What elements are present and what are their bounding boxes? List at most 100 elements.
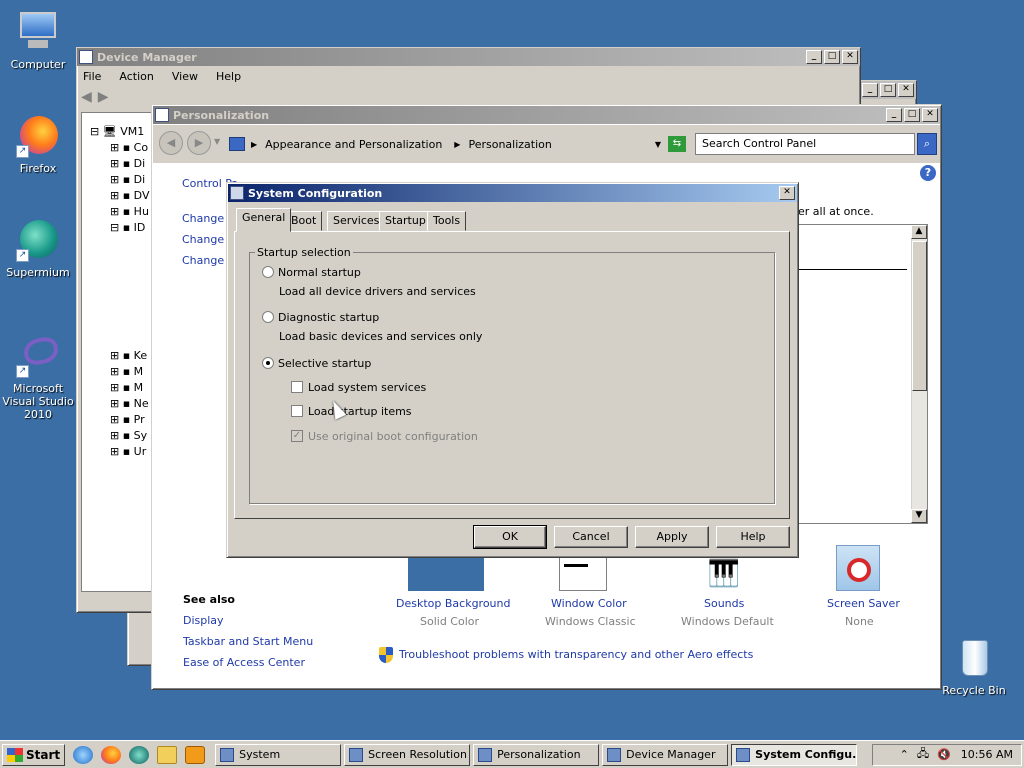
- normal-startup-label[interactable]: Normal startup: [278, 266, 361, 279]
- device-manager-icon: [607, 747, 622, 762]
- desktop-icon-supermium[interactable]: ↗ Supermium: [0, 218, 78, 279]
- menu-file[interactable]: File: [83, 70, 101, 83]
- search-icon[interactable]: ⌕: [917, 133, 937, 155]
- tree-item[interactable]: ⊞ ▪ Hu: [110, 205, 149, 218]
- tree-item[interactable]: ⊞ ▪ DV: [110, 189, 149, 202]
- close-button[interactable]: ✕: [898, 83, 914, 97]
- desktop-icon-visual-studio[interactable]: ↗ Microsoft Visual Studio 2010: [0, 334, 78, 421]
- tab-general[interactable]: General: [236, 208, 292, 232]
- load-system-services-checkbox[interactable]: [291, 381, 303, 393]
- tab-services[interactable]: Services: [327, 211, 386, 231]
- maximize-button[interactable]: □: [880, 83, 896, 97]
- tree-root[interactable]: ⊟ 🖥 VM1: [90, 125, 144, 138]
- window-title: System Configuration: [248, 186, 383, 200]
- volume-muted-icon[interactable]: 🔇: [937, 748, 951, 761]
- tree-item[interactable]: ⊞ ▪ M: [110, 365, 143, 378]
- network-icon[interactable]: 🖧: [917, 745, 929, 764]
- sounds-link[interactable]: Sounds: [704, 597, 744, 610]
- address-bar[interactable]: ▶ Appearance and Personalization ▶ Perso…: [229, 133, 661, 155]
- tree-item[interactable]: ⊞ ▪ Co: [110, 141, 148, 154]
- load-startup-items-label[interactable]: Load startup items: [308, 405, 412, 418]
- desktop-background-thumbnail[interactable]: [408, 557, 484, 591]
- diagnostic-startup-radio[interactable]: [262, 311, 274, 323]
- clock[interactable]: 10:56 AM: [961, 748, 1013, 761]
- firefox-icon[interactable]: [101, 745, 122, 764]
- scrollbar[interactable]: ▲ ▼: [911, 225, 927, 523]
- selective-startup-radio[interactable]: [262, 357, 274, 369]
- load-startup-items-checkbox[interactable]: [291, 405, 303, 417]
- menu-action[interactable]: Action: [119, 70, 153, 83]
- back-arrow-icon[interactable]: ◀: [81, 89, 92, 105]
- ok-button[interactable]: OK: [473, 525, 547, 549]
- cancel-button[interactable]: Cancel: [554, 526, 628, 548]
- tab-startup[interactable]: Startup: [379, 211, 432, 231]
- normal-startup-radio[interactable]: [262, 266, 274, 278]
- tree-item[interactable]: ⊞ ▪ Di: [110, 173, 145, 186]
- selective-startup-label[interactable]: Selective startup: [278, 357, 371, 370]
- media-player-icon[interactable]: [185, 745, 206, 764]
- recent-pages-icon[interactable]: ▼: [214, 137, 220, 146]
- ie-icon[interactable]: [73, 745, 94, 764]
- left-link[interactable]: Change r: [182, 233, 232, 246]
- diagnostic-startup-label[interactable]: Diagnostic startup: [278, 311, 379, 324]
- screen-saver-icon[interactable]: [836, 545, 880, 591]
- desktop-icon-recycle-bin[interactable]: Recycle Bin: [934, 636, 1014, 697]
- desktop-background-link[interactable]: Desktop Background: [396, 597, 511, 610]
- start-button[interactable]: Start: [2, 743, 66, 766]
- refresh-button[interactable]: ⇆: [668, 136, 686, 152]
- close-button[interactable]: ✕: [842, 50, 858, 64]
- tray-expand-icon[interactable]: ⌃: [900, 748, 909, 761]
- address-dropdown-icon[interactable]: ▼: [655, 140, 661, 149]
- troubleshoot-link[interactable]: Troubleshoot problems with transparency …: [399, 648, 753, 661]
- tab-tools[interactable]: Tools: [427, 211, 467, 231]
- task-screen-resolution[interactable]: Screen Resolution: [344, 743, 471, 766]
- task-system[interactable]: System: [215, 743, 342, 766]
- minimize-button[interactable]: _: [806, 50, 822, 64]
- close-button[interactable]: ✕: [779, 186, 795, 200]
- forward-button[interactable]: ▶: [187, 131, 211, 155]
- supermium-icon[interactable]: [129, 745, 150, 764]
- maximize-button[interactable]: □: [824, 50, 840, 64]
- minimize-button[interactable]: _: [886, 108, 902, 122]
- forward-arrow-icon[interactable]: ▶: [98, 89, 109, 105]
- desktop-icon-firefox[interactable]: ↗ Firefox: [0, 114, 78, 175]
- back-button[interactable]: ◀: [159, 131, 183, 155]
- scroll-thumb[interactable]: [912, 241, 927, 391]
- tree-item[interactable]: ⊞ ▪ Di: [110, 157, 145, 170]
- tree-item[interactable]: ⊞ ▪ M: [110, 381, 143, 394]
- help-icon[interactable]: ?: [920, 165, 936, 181]
- sounds-icon[interactable]: 🎹: [700, 557, 748, 591]
- task-personalization[interactable]: Personalization: [473, 743, 600, 766]
- help-button[interactable]: Help: [716, 526, 790, 548]
- tree-item[interactable]: ⊞ ▪ Ke: [110, 349, 147, 362]
- window-color-link[interactable]: Window Color: [551, 597, 627, 610]
- desktop-icon-computer[interactable]: Computer: [0, 10, 78, 71]
- tree-item[interactable]: ⊞ ▪ Pr: [110, 413, 145, 426]
- folder-icon[interactable]: [157, 745, 178, 764]
- see-also-display[interactable]: Display: [183, 614, 224, 627]
- tree-item[interactable]: ⊞ ▪ Ur: [110, 445, 146, 458]
- window-color-thumbnail[interactable]: [559, 557, 607, 591]
- see-also-taskbar[interactable]: Taskbar and Start Menu: [183, 635, 313, 648]
- search-input[interactable]: Search Control Panel: [695, 133, 915, 155]
- minimize-button[interactable]: _: [862, 83, 878, 97]
- breadcrumb-personalization[interactable]: Personalization: [468, 138, 551, 151]
- load-system-services-label[interactable]: Load system services: [308, 381, 426, 394]
- task-device-manager[interactable]: Device Manager: [602, 743, 729, 766]
- system-configuration-icon: [230, 186, 244, 200]
- task-system-configuration[interactable]: System Configu...: [731, 743, 858, 766]
- close-button[interactable]: ✕: [922, 108, 938, 122]
- tree-item[interactable]: ⊟ ▪ ID: [110, 221, 145, 234]
- tree-item[interactable]: ⊞ ▪ Sy: [110, 429, 147, 442]
- maximize-button[interactable]: □: [904, 108, 920, 122]
- breadcrumb-appearance[interactable]: Appearance and Personalization: [265, 138, 442, 151]
- menu-help[interactable]: Help: [216, 70, 241, 83]
- apply-button[interactable]: Apply: [635, 526, 709, 548]
- menu-view[interactable]: View: [172, 70, 198, 83]
- scroll-up-button[interactable]: ▲: [911, 225, 927, 239]
- tree-item[interactable]: ⊞ ▪ Ne: [110, 397, 149, 410]
- screen-saver-link[interactable]: Screen Saver: [827, 597, 900, 610]
- scroll-down-button[interactable]: ▼: [911, 509, 927, 523]
- see-also-ease-of-access[interactable]: Ease of Access Center: [183, 656, 305, 669]
- personalization-icon: [155, 108, 169, 122]
